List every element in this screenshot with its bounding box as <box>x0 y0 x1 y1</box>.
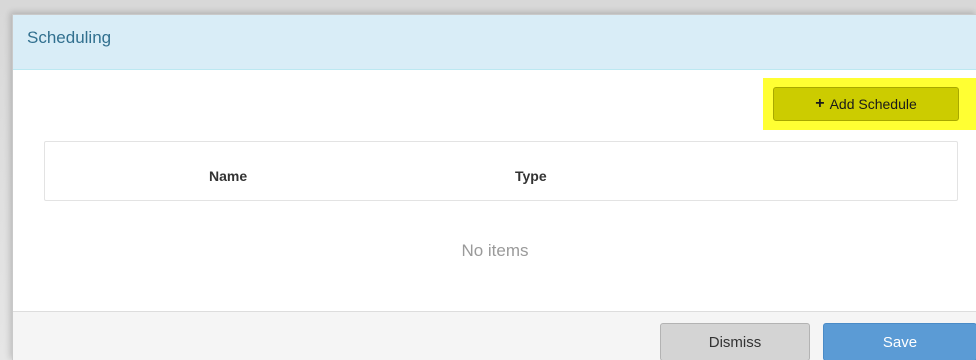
dialog-footer: Dismiss Save <box>13 311 976 360</box>
empty-state-text: No items <box>461 241 529 260</box>
save-button[interactable]: Save <box>823 323 976 360</box>
plus-icon: + <box>815 94 825 112</box>
dialog-header: Scheduling <box>13 15 976 70</box>
screen: Scheduling + Add Schedule Name Type No i… <box>0 0 976 360</box>
add-schedule-highlight: + Add Schedule <box>763 78 976 130</box>
schedule-table: Name Type <box>44 141 958 201</box>
scheduling-dialog: Scheduling + Add Schedule Name Type No i… <box>12 14 976 360</box>
dialog-title: Scheduling <box>27 28 112 47</box>
add-schedule-label: Add Schedule <box>829 96 917 112</box>
column-header-type[interactable]: Type <box>515 168 547 184</box>
dismiss-button[interactable]: Dismiss <box>660 323 810 360</box>
column-header-name[interactable]: Name <box>209 168 247 184</box>
add-schedule-button[interactable]: + Add Schedule <box>773 87 959 121</box>
